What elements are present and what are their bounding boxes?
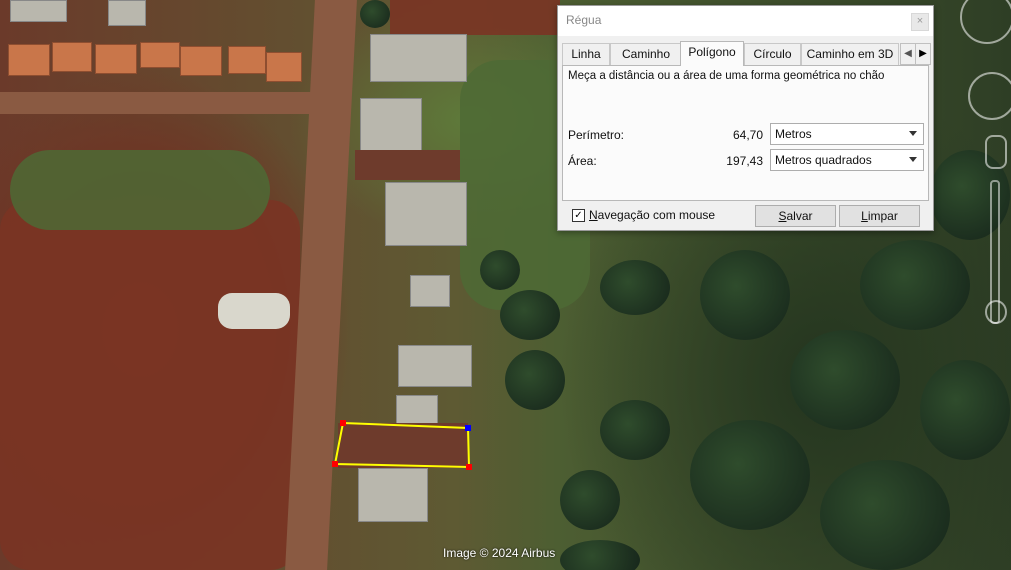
tab-linha[interactable]: Linha bbox=[562, 43, 610, 65]
zoom-out-button[interactable] bbox=[985, 300, 1007, 324]
polygon-vertex[interactable] bbox=[466, 464, 472, 470]
area-unit-select[interactable]: Metros quadrados bbox=[770, 149, 924, 171]
dialog-titlebar[interactable]: Régua × bbox=[558, 6, 933, 36]
area-unit-value: Metros quadrados bbox=[775, 153, 872, 167]
polygon-vertex[interactable] bbox=[332, 461, 338, 467]
tab-scroll-right-icon[interactable]: ▶ bbox=[915, 43, 931, 65]
tab-caminho[interactable]: Caminho bbox=[610, 43, 682, 65]
perimeter-unit-value: Metros bbox=[775, 127, 812, 141]
area-value: 197,43 bbox=[726, 154, 763, 168]
perimeter-value: 64,70 bbox=[732, 128, 763, 142]
perimeter-label: Perímetro: bbox=[568, 128, 625, 142]
clear-button[interactable]: Limpar bbox=[839, 205, 920, 227]
perimeter-unit-select[interactable]: Metros bbox=[770, 123, 924, 145]
dialog-title: Régua bbox=[566, 13, 602, 27]
tab-caminho-3d[interactable]: Caminho em 3D bbox=[801, 43, 899, 65]
mouse-navigation-label[interactable]: Navegação com mouse bbox=[589, 208, 715, 222]
polygon-vertex-active[interactable] bbox=[465, 425, 471, 431]
tab-circulo[interactable]: Círculo bbox=[744, 43, 801, 65]
tab-poligono[interactable]: Polígono bbox=[680, 41, 744, 66]
polygon-panel: Meça a distância ou a área de uma forma … bbox=[562, 65, 929, 201]
polygon-vertex[interactable] bbox=[340, 420, 346, 426]
imagery-attribution: Image © 2024 Airbus bbox=[443, 546, 556, 560]
tab-scroll-left-icon[interactable]: ◀ bbox=[900, 43, 916, 65]
street-view-pegman[interactable] bbox=[985, 135, 1007, 169]
tab-bar: Linha Caminho Polígono Círculo Caminho e… bbox=[562, 41, 931, 66]
chevron-down-icon bbox=[909, 131, 917, 136]
ruler-dialog: Régua × Linha Caminho Polígono Círculo C… bbox=[557, 5, 934, 231]
polygon-outline[interactable] bbox=[333, 421, 471, 469]
chevron-down-icon bbox=[909, 157, 917, 162]
look-joystick[interactable] bbox=[968, 72, 1011, 120]
mouse-navigation-checkbox[interactable]: ✓ bbox=[572, 209, 585, 222]
save-button[interactable]: Salvar bbox=[755, 205, 836, 227]
area-label: Área: bbox=[568, 154, 597, 168]
close-button[interactable]: × bbox=[911, 13, 929, 31]
panel-description: Meça a distância ou a área de uma forma … bbox=[568, 70, 885, 82]
